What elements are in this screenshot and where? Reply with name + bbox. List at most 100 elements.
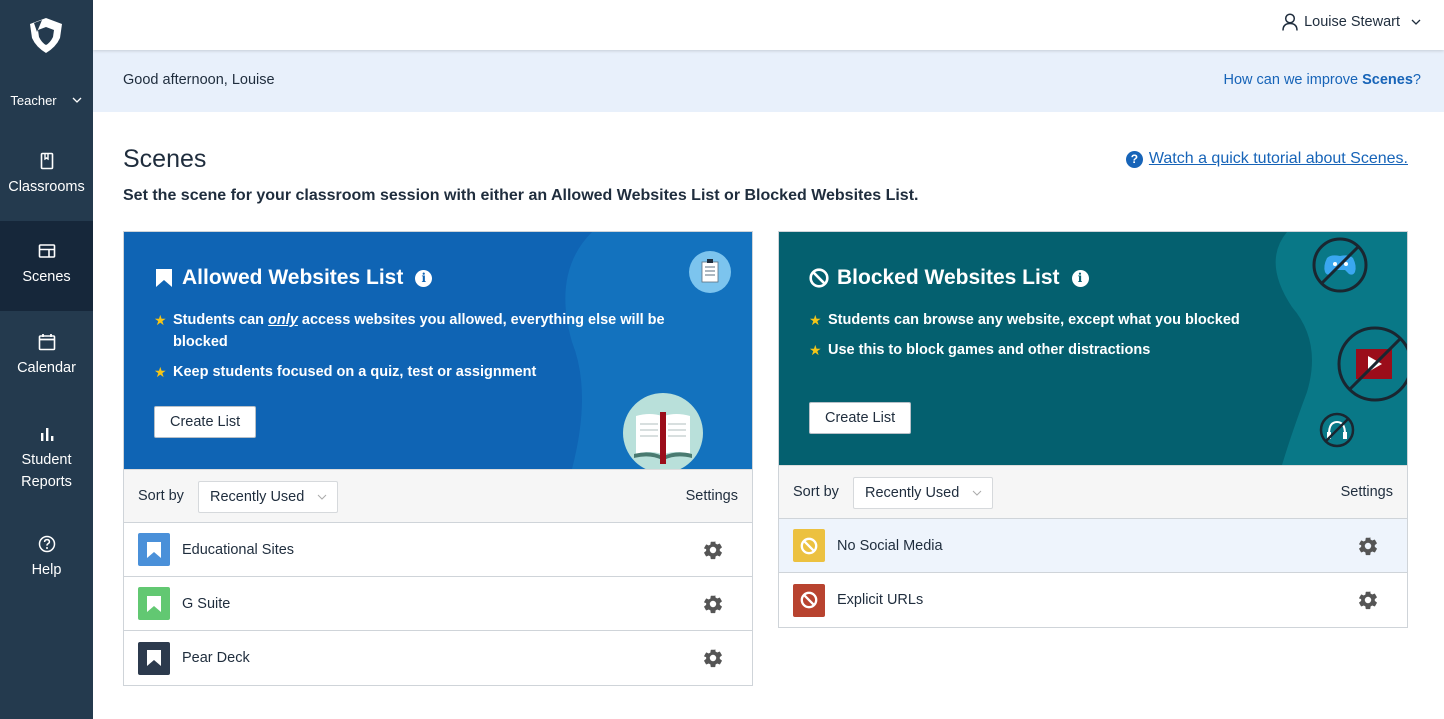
bullet-item: ★ Students can only access websites you … <box>154 309 674 353</box>
book-icon <box>40 152 53 170</box>
bullet-text: Students can browse any website, except … <box>828 312 1240 328</box>
sort-label: Sort by <box>793 484 839 500</box>
sidebar-item-calendar[interactable]: Calendar <box>0 311 93 401</box>
question-icon: ? <box>1125 150 1143 168</box>
list-badge <box>793 529 825 562</box>
bullet-text: Use this to block games and other distra… <box>828 342 1151 358</box>
allowed-lists: Educational Sites G Suite Pear Deck <box>124 523 752 685</box>
bullet-item: ★ Use this to block games and other dist… <box>809 339 1329 361</box>
list-name: Pear Deck <box>182 650 250 666</box>
no-games-icon <box>1312 237 1368 293</box>
sidebar-item-label: Student Reports <box>21 452 72 490</box>
sidebar-item-help[interactable]: Help <box>0 513 93 603</box>
sort-select-value: Recently Used <box>210 489 305 505</box>
help-circle-icon <box>38 535 55 553</box>
blocked-title-text: Blocked Websites List <box>837 266 1060 289</box>
app-logo-icon[interactable] <box>28 16 64 54</box>
greeting-text: Good afternoon, Louise <box>123 72 275 88</box>
sidebar-item-classrooms[interactable]: Classrooms <box>0 131 93 221</box>
greeting-bar: Good afternoon, Louise How can we improv… <box>93 50 1444 112</box>
no-video-icon <box>1337 326 1407 402</box>
star-icon: ★ <box>809 342 822 358</box>
bullet-item: ★ Students can browse any website, excep… <box>809 309 1329 331</box>
block-icon <box>800 537 818 554</box>
chevron-down-icon <box>72 97 82 103</box>
blocked-websites-card: Blocked Websites List i ★ Students can b… <box>778 231 1408 628</box>
sort-select[interactable]: Recently Used <box>853 477 993 509</box>
allowed-hero: Allowed Websites List i ★ Students can o… <box>124 232 752 469</box>
gear-icon[interactable] <box>702 593 724 615</box>
bookmark-icon <box>156 269 172 287</box>
star-icon: ★ <box>154 364 167 380</box>
sidebar-item-scenes[interactable]: Scenes <box>0 221 93 311</box>
list-name: G Suite <box>182 595 231 612</box>
star-icon: ★ <box>154 312 167 328</box>
page-subtitle: Set the scene for your classroom session… <box>123 187 919 204</box>
bar-chart-icon <box>40 428 53 441</box>
bullet-text: Keep students focused on a quiz, test or… <box>173 364 537 380</box>
list-item[interactable]: G Suite <box>124 577 752 631</box>
gear-icon[interactable] <box>1357 535 1379 557</box>
list-item[interactable]: Explicit URLs <box>779 573 1407 627</box>
gear-icon[interactable] <box>702 539 724 561</box>
clipboard-icon <box>689 251 731 293</box>
top-bar: Louise Stewart <box>93 0 1444 50</box>
sidebar-item-student-reports[interactable]: Student Reports <box>0 401 93 513</box>
info-icon[interactable]: i <box>1071 269 1089 287</box>
star-icon: ★ <box>809 312 822 328</box>
list-item[interactable]: Educational Sites <box>124 523 752 577</box>
list-badge <box>138 533 170 566</box>
allowed-websites-card: Allowed Websites List i ★ Students can o… <box>123 231 753 686</box>
feedback-link-prefix: How can we improve <box>1223 72 1363 88</box>
list-badge <box>138 587 170 620</box>
list-badge <box>138 641 170 675</box>
allowed-title-text: Allowed Websites List <box>182 266 404 289</box>
tutorial-link[interactable]: ? Watch a quick tutorial about Scenes. <box>1125 150 1408 168</box>
feedback-link[interactable]: How can we improve Scenes? <box>1224 72 1421 88</box>
chevron-down-icon <box>1411 19 1421 25</box>
list-item[interactable]: No Social Media <box>779 519 1407 573</box>
sidebar: Teacher Classrooms Scenes Calendar Stude… <box>0 0 93 719</box>
list-badge <box>793 583 825 617</box>
blocked-bullets: ★ Students can browse any website, excep… <box>809 309 1329 369</box>
sidebar-item-label: Calendar <box>17 360 76 376</box>
bookmark-icon <box>147 595 161 612</box>
list-name: Explicit URLs <box>837 592 924 608</box>
settings-column-label: Settings <box>1340 484 1393 500</box>
block-icon <box>809 268 829 288</box>
allowed-title: Allowed Websites List i <box>154 266 433 290</box>
sidebar-item-label: Help <box>31 562 62 578</box>
role-label: Teacher <box>10 92 57 108</box>
blocked-title: Blocked Websites List i <box>809 266 1089 290</box>
chevron-down-icon <box>972 490 982 496</box>
sort-select[interactable]: Recently Used <box>198 481 338 513</box>
bullet-text: Students can only access websites you al… <box>173 312 665 350</box>
create-allowed-list-button[interactable]: Create List <box>154 406 257 438</box>
user-name: Louise Stewart <box>1304 14 1400 30</box>
list-item[interactable]: Pear Deck <box>124 631 752 685</box>
no-music-icon <box>1319 412 1355 448</box>
open-book-icon <box>623 393 703 469</box>
feedback-link-suffix: ? <box>1412 72 1421 88</box>
info-icon[interactable]: i <box>415 269 433 287</box>
sort-label: Sort by <box>138 488 184 504</box>
blocked-hero: Blocked Websites List i ★ Students can b… <box>779 232 1407 465</box>
tutorial-link-text: Watch a quick tutorial about Scenes. <box>1148 150 1408 167</box>
list-name: No Social Media <box>837 537 943 554</box>
bookmark-icon <box>147 650 161 666</box>
sidebar-item-label: Scenes <box>22 269 71 285</box>
blocked-lists: No Social Media Explicit URLs <box>779 519 1407 627</box>
gear-icon[interactable] <box>702 647 724 669</box>
allowed-bullets: ★ Students can only access websites you … <box>154 309 674 391</box>
gear-icon[interactable] <box>1357 589 1379 611</box>
sidebar-item-label: Classrooms <box>8 179 85 195</box>
user-icon <box>1282 13 1298 31</box>
list-name: Educational Sites <box>182 541 295 558</box>
create-blocked-list-button[interactable]: Create List <box>809 402 912 434</box>
role-selector[interactable]: Teacher <box>0 88 93 112</box>
bullet-item: ★ Keep students focused on a quiz, test … <box>154 361 674 383</box>
bookmark-icon <box>147 541 161 558</box>
layout-icon <box>38 244 55 258</box>
sort-select-value: Recently Used <box>865 485 960 501</box>
user-menu[interactable]: Louise Stewart <box>1282 13 1422 31</box>
